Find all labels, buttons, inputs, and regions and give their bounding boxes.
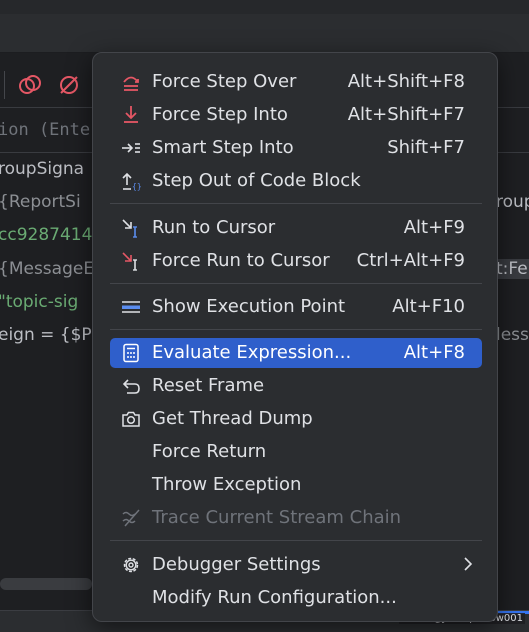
trace-stream-chain-icon — [120, 508, 142, 528]
variable-row[interactable]: cc9287414 — [0, 225, 92, 245]
step-out-code-block-icon: {} — [120, 171, 142, 191]
menu-item-force-run-to-cursor[interactable]: Force Run to Cursor Ctrl+Alt+F9 — [110, 246, 482, 276]
camera-icon — [120, 409, 142, 429]
menu-item-label: Debugger Settings — [152, 554, 321, 575]
menu-item-show-execution-point[interactable]: Show Execution Point Alt+F10 — [110, 292, 482, 322]
menu-separator — [110, 203, 482, 204]
editor-tab-strip — [0, 0, 529, 14]
menu-item-label: Force Return — [152, 441, 267, 462]
menu-separator — [110, 329, 482, 330]
svg-text:{}: {} — [132, 182, 141, 191]
variable-row[interactable]: eign = {$P — [0, 325, 92, 345]
debug-actions-menu: Force Step Over Alt+Shift+F8 Force Step … — [92, 52, 498, 622]
variable-value-fragment: roup — [496, 192, 529, 212]
ide-top-bar — [0, 0, 529, 53]
toolbar-separator — [4, 71, 5, 99]
menu-item-shortcut: Alt+F10 — [392, 296, 465, 317]
menu-item-label: Throw Exception — [152, 474, 302, 495]
menu-item-debugger-settings[interactable]: Debugger Settings — [110, 550, 482, 580]
menu-item-run-to-cursor[interactable]: Run to Cursor Alt+F9 — [110, 213, 482, 243]
force-run-to-cursor-icon — [120, 251, 142, 271]
force-step-over-icon — [120, 72, 142, 92]
menu-item-label: Smart Step Into — [152, 137, 294, 158]
menu-item-label: Step Out of Code Block — [152, 170, 361, 191]
menu-item-modify-run-configuration[interactable]: Modify Run Configuration... — [110, 583, 482, 613]
menu-item-label: Evaluate Expression... — [152, 342, 352, 363]
menu-item-label: Show Execution Point — [152, 296, 346, 317]
menu-item-label: Force Step Over — [152, 71, 297, 92]
run-to-cursor-icon — [120, 218, 142, 238]
variable-row[interactable]: roupSigna — [0, 159, 84, 179]
menu-item-shortcut: Shift+F7 — [387, 137, 465, 158]
menu-item-label: Run to Cursor — [152, 217, 276, 238]
menu-item-reset-frame[interactable]: Reset Frame — [110, 371, 482, 401]
force-step-into-icon — [120, 105, 142, 125]
menu-item-throw-exception[interactable]: Throw Exception — [110, 470, 482, 500]
chevron-right-icon — [462, 556, 474, 577]
evaluate-expression-icon — [120, 343, 142, 363]
menu-item-label: Force Step Into — [152, 104, 288, 125]
gear-icon — [120, 555, 142, 575]
menu-item-get-thread-dump[interactable]: Get Thread Dump — [110, 404, 482, 434]
menu-item-trace-stream-chain: Trace Current Stream Chain — [110, 503, 482, 533]
menu-item-force-return[interactable]: Force Return — [110, 437, 482, 467]
menu-item-shortcut: Alt+F8 — [403, 342, 465, 363]
mute-breakpoints-icon[interactable] — [57, 73, 81, 97]
menu-item-shortcut: Alt+Shift+F8 — [347, 71, 465, 92]
variable-row[interactable]: {ReportSi — [0, 192, 81, 212]
evaluate-placeholder: ion (Ente — [0, 120, 91, 140]
menu-item-label: Modify Run Configuration... — [152, 587, 397, 608]
horizontal-scrollbar[interactable] — [0, 578, 92, 590]
menu-item-smart-step-into[interactable]: Smart Step Into Shift+F7 — [110, 133, 482, 163]
menu-separator — [110, 283, 482, 284]
menu-item-label: Reset Frame — [152, 375, 265, 396]
menu-item-shortcut: Alt+Shift+F7 — [347, 104, 465, 125]
variable-row[interactable]: {MessageE — [0, 259, 94, 279]
menu-item-evaluate-expression[interactable]: Evaluate Expression... Alt+F8 — [110, 338, 482, 368]
show-execution-point-icon — [120, 297, 142, 317]
menu-item-force-step-over[interactable]: Force Step Over Alt+Shift+F8 — [110, 67, 482, 97]
view-breakpoints-icon[interactable] — [18, 73, 42, 97]
menu-item-label: Force Run to Cursor — [152, 250, 330, 271]
menu-item-force-step-into[interactable]: Force Step Into Alt+Shift+F7 — [110, 100, 482, 130]
reset-frame-icon — [120, 376, 142, 396]
menu-item-shortcut: Alt+F9 — [403, 217, 465, 238]
menu-item-step-out-code-block[interactable]: {} Step Out of Code Block — [110, 166, 482, 196]
menu-separator — [110, 540, 482, 541]
menu-item-label: Get Thread Dump — [152, 408, 313, 429]
variable-row[interactable]: "topic-sig — [0, 292, 78, 312]
variable-value-fragment: less — [496, 325, 529, 345]
variable-value-fragment: t:Fei — [496, 259, 529, 279]
menu-item-shortcut: Ctrl+Alt+F9 — [356, 250, 465, 271]
smart-step-into-icon — [120, 138, 142, 158]
menu-item-label: Trace Current Stream Chain — [152, 507, 402, 528]
